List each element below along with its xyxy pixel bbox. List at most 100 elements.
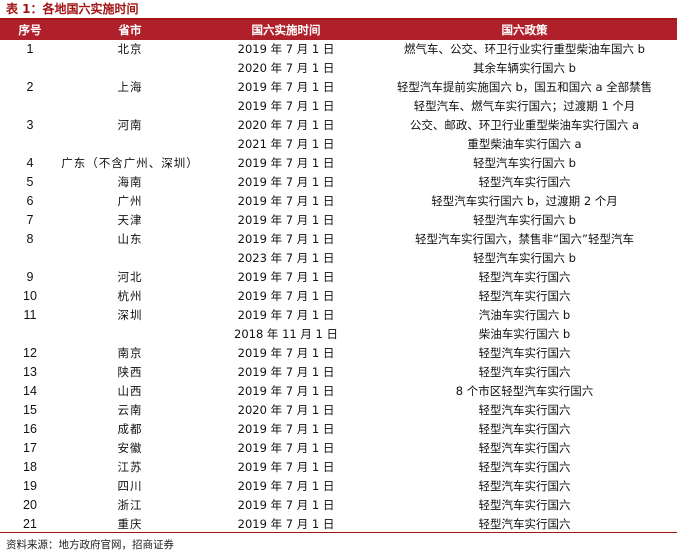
table-row: 2021 年 7 月 1 日 重型柴油车实行国六 a	[0, 135, 677, 154]
cell-region	[60, 97, 200, 116]
cell-region: 河南	[117, 118, 143, 132]
cell-date: 2019 年 7 月 1 日	[237, 80, 335, 94]
cell-policy: 轻型汽车、燃气车实行国六；过渡期 1 个月	[413, 99, 636, 113]
cell-region	[60, 325, 200, 344]
cell-policy: 轻型汽车实行国六 b	[473, 213, 576, 227]
table-row: 4 广东（不含广州、深圳） 2019 年 7 月 1 日 轻型汽车实行国六 b	[0, 154, 677, 173]
cell-no: 14	[23, 384, 37, 398]
cell-no: 1	[26, 42, 34, 56]
table-row: 20 浙江 2019 年 7 月 1 日 轻型汽车实行国六	[0, 496, 677, 515]
cell-no: 4	[26, 156, 34, 170]
table-row: 3 河南 2020 年 7 月 1 日 公交、邮政、环卫行业重型柴油车实行国六 a	[0, 116, 677, 135]
cell-date: 2019 年 7 月 1 日	[237, 479, 335, 493]
cell-policy: 轻型汽车实行国六	[478, 289, 571, 303]
cell-no: 12	[23, 346, 37, 360]
table-row: 17 安徽 2019 年 7 月 1 日 轻型汽车实行国六	[0, 439, 677, 458]
bottom-rule	[0, 532, 677, 533]
cell-policy: 公交、邮政、环卫行业重型柴油车实行国六 a	[409, 118, 640, 132]
cell-date: 2019 年 7 月 1 日	[237, 365, 335, 379]
cell-date: 2021 年 7 月 1 日	[237, 137, 335, 151]
cell-date: 2019 年 7 月 1 日	[237, 156, 335, 170]
cell-date: 2018 年 11 月 1 日	[234, 327, 338, 341]
cell-date: 2019 年 7 月 1 日	[237, 194, 335, 208]
table-row: 19 四川 2019 年 7 月 1 日 轻型汽车实行国六	[0, 477, 677, 496]
cell-date: 2019 年 7 月 1 日	[237, 270, 335, 284]
table-row: 11 深圳 2019 年 7 月 1 日 汽油车实行国六 b	[0, 306, 677, 325]
table-row: 7 天津 2019 年 7 月 1 日 轻型汽车实行国六 b	[0, 211, 677, 230]
cell-region: 浙江	[117, 498, 143, 512]
table-title: 表 1：各地国六实施时间	[6, 2, 139, 16]
cell-policy: 轻型汽车实行国六	[478, 270, 571, 284]
cell-policy: 重型柴油车实行国六 a	[467, 137, 582, 151]
cell-policy: 轻型汽车实行国六	[478, 441, 571, 455]
cell-no: 5	[26, 175, 34, 189]
source-note: 资料来源：地方政府官网，招商证券	[6, 539, 174, 551]
cell-region: 山东	[117, 232, 143, 246]
cell-no: 18	[23, 460, 37, 474]
cell-policy: 轻型汽车实行国六 b	[473, 251, 576, 265]
table-row: 18 江苏 2019 年 7 月 1 日 轻型汽车实行国六	[0, 458, 677, 477]
cell-region	[60, 135, 200, 154]
cell-region: 杭州	[117, 289, 143, 303]
cell-policy: 轻型汽车实行国六	[478, 175, 571, 189]
table-row: 6 广州 2019 年 7 月 1 日 轻型汽车实行国六 b，过渡期 2 个月	[0, 192, 677, 211]
cell-policy: 轻型汽车实行国六，禁售非“国六”轻型汽车	[415, 232, 634, 246]
table-row: 2020 年 7 月 1 日 其余车辆实行国六 b	[0, 59, 677, 78]
header-no: 序号	[18, 23, 42, 37]
cell-policy: 轻型汽车实行国六 b	[473, 156, 576, 170]
cell-date: 2019 年 7 月 1 日	[237, 384, 335, 398]
table-row: 2018 年 11 月 1 日 柴油车实行国六 b	[0, 325, 677, 344]
cell-policy: 其余车辆实行国六 b	[473, 61, 576, 75]
table-row: 8 山东 2019 年 7 月 1 日 轻型汽车实行国六，禁售非“国六”轻型汽车	[0, 230, 677, 249]
table-row: 10 杭州 2019 年 7 月 1 日 轻型汽车实行国六	[0, 287, 677, 306]
cell-no: 7	[26, 213, 34, 227]
cell-region: 北京	[117, 42, 143, 56]
cell-no: 19	[23, 479, 37, 493]
emission-standards-table: 序号 省市 国六实施时间 国六政策 1 北京 2019 年 7 月 1 日 燃气车、公…	[0, 20, 677, 534]
cell-no: 2	[26, 80, 34, 94]
header-region: 省市	[118, 23, 142, 37]
table-row: 9 河北 2019 年 7 月 1 日 轻型汽车实行国六	[0, 268, 677, 287]
cell-date: 2019 年 7 月 1 日	[237, 346, 335, 360]
cell-date: 2019 年 7 月 1 日	[237, 289, 335, 303]
cell-region	[60, 59, 200, 78]
cell-policy: 燃气车、公交、环卫行业实行重型柴油车国六 b	[404, 42, 645, 56]
cell-date: 2019 年 7 月 1 日	[237, 42, 335, 56]
cell-no	[0, 59, 60, 78]
cell-policy: 轻型汽车实行国六	[478, 422, 571, 436]
cell-date: 2019 年 7 月 1 日	[237, 422, 335, 436]
cell-policy: 轻型汽车实行国六	[478, 479, 571, 493]
table-row: 2023 年 7 月 1 日 轻型汽车实行国六 b	[0, 249, 677, 268]
cell-policy: 8 个市区轻型汽车实行国六	[455, 384, 594, 398]
cell-date: 2019 年 7 月 1 日	[237, 498, 335, 512]
cell-no: 16	[23, 422, 37, 436]
table-row: 13 陕西 2019 年 7 月 1 日 轻型汽车实行国六	[0, 363, 677, 382]
cell-no	[0, 97, 60, 116]
table-row: 2 上海 2019 年 7 月 1 日 轻型汽车提前实施国六 b，国五和国六 a 全部…	[0, 78, 677, 97]
cell-region: 南京	[117, 346, 143, 360]
cell-region: 云南	[117, 403, 143, 417]
table-body: 1 北京 2019 年 7 月 1 日 燃气车、公交、环卫行业实行重型柴油车国六 b 2…	[0, 40, 677, 534]
table-row: 12 南京 2019 年 7 月 1 日 轻型汽车实行国六	[0, 344, 677, 363]
table-row: 16 成都 2019 年 7 月 1 日 轻型汽车实行国六	[0, 420, 677, 439]
cell-no: 15	[23, 403, 37, 417]
table-row: 1 北京 2019 年 7 月 1 日 燃气车、公交、环卫行业实行重型柴油车国六 b	[0, 40, 677, 59]
cell-date: 2020 年 7 月 1 日	[237, 61, 335, 75]
cell-policy: 轻型汽车实行国六 b，过渡期 2 个月	[431, 194, 618, 208]
cell-date: 2020 年 7 月 1 日	[237, 403, 335, 417]
cell-no: 11	[23, 308, 37, 322]
cell-region: 广东（不含广州、深圳）	[61, 156, 199, 170]
cell-no: 13	[23, 365, 37, 379]
cell-policy: 轻型汽车实行国六	[478, 346, 571, 360]
cell-policy: 汽油车实行国六 b	[478, 308, 571, 322]
cell-date: 2019 年 7 月 1 日	[237, 308, 335, 322]
cell-policy: 轻型汽车实行国六	[478, 365, 571, 379]
cell-policy: 轻型汽车实行国六	[478, 460, 571, 474]
cell-date: 2019 年 7 月 1 日	[237, 99, 335, 113]
cell-region: 成都	[117, 422, 143, 436]
cell-no	[0, 325, 60, 344]
cell-region: 安徽	[117, 441, 143, 455]
cell-date: 2020 年 7 月 1 日	[237, 118, 335, 132]
cell-no: 10	[23, 289, 37, 303]
cell-policy: 轻型汽车提前实施国六 b，国五和国六 a 全部禁售	[396, 80, 653, 94]
